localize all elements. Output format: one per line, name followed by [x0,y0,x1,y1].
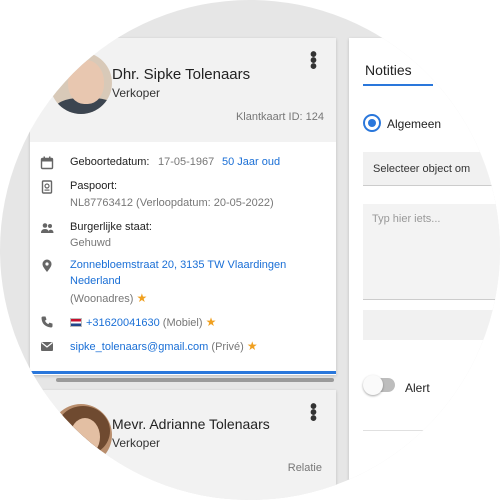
radio-algemeen-label: Algemeen [387,117,442,131]
note-textarea-placeholder: Typ hier iets... [372,213,441,225]
email-row: sipke_tolenaars@gmail.com (Privé) ★ [70,339,258,353]
calendar-icon [40,156,54,170]
panel-divider [363,430,500,431]
customer-role: Verkoper [112,86,161,100]
secondary-field[interactable] [363,310,500,340]
marital-label: Burgerlijke staat: [70,221,152,233]
horizontal-scrollbar[interactable] [56,378,334,382]
age-link[interactable]: 50 Jaar oud [222,156,280,168]
email-address[interactable]: sipke_tolenaars@gmail.com [70,341,208,353]
address-line2[interactable]: Nederland [70,275,121,287]
netherlands-flag-icon [70,318,82,327]
phone-icon [41,316,53,328]
alert-toggle-label: Alert [405,381,430,395]
favorite-star-icon[interactable]: ★ [136,291,147,305]
address-type: (Woonadres) ★ [70,291,148,305]
object-select[interactable]: Selecteer object om [363,152,500,186]
marital-value: Gehuwd [70,237,111,249]
customer-name: Dhr. Sipke Tolenaars [112,66,251,83]
notes-tab[interactable]: Notities [365,62,412,78]
passport-icon [41,180,53,194]
people-icon [41,223,54,233]
alert-toggle[interactable] [363,375,395,395]
favorite-star-icon[interactable]: ★ [206,315,217,329]
phone-number[interactable]: +31620041630 [86,317,160,329]
relation-tag: Relatie [287,462,322,474]
more-options-icon[interactable]: • • • [310,397,317,429]
radio-algemeen[interactable] [363,114,381,132]
note-textarea[interactable]: Typ hier iets... [363,204,500,300]
birth-label: Geboortedatum: [70,156,150,168]
favorite-star-icon[interactable]: ★ [247,339,258,353]
phone-row: +31620041630 (Mobiel) ★ [70,315,216,329]
customer-card: Dhr. Sipke Tolenaars Verkoper • • • Klantk… [30,38,336,375]
passport-label: Paspoort: [70,180,118,192]
card-accent-bar [30,371,336,374]
mail-icon [41,342,53,351]
screen-frame: Dhr. Sipke Tolenaars Verkoper • • • Klantk… [0,0,500,500]
address-line1[interactable]: Zonnebloemstraat 20, 3135 TW Vlaardingen [70,259,286,271]
klantkaart-id: Klantkaart ID: 124 [235,111,324,123]
relation-role: Verkoper [112,436,161,450]
more-options-icon[interactable]: • • • [310,45,317,77]
relation-name: Mevr. Adrianne Tolenaars [112,416,270,432]
phone-type: (Mobiel) [162,317,203,329]
relation-avatar [50,404,112,466]
passport-value: NL87763412 (Verloopdatum: 20-05-2022) [70,197,274,209]
object-select-placeholder: Selecteer object om [373,163,471,175]
notes-panel: Notities Algemeen Selecteer object om Ty… [349,38,500,500]
customer-card-header: Dhr. Sipke Tolenaars Verkoper • • • Klantk… [30,38,336,142]
birth-date: 17-05-1967 [158,156,215,168]
active-tab-indicator [363,84,433,86]
relation-card[interactable]: Mevr. Adrianne Tolenaars Verkoper • • • Re… [30,390,336,500]
customer-avatar [50,52,112,114]
email-type: (Privé) [211,341,244,353]
location-pin-icon [42,259,52,272]
